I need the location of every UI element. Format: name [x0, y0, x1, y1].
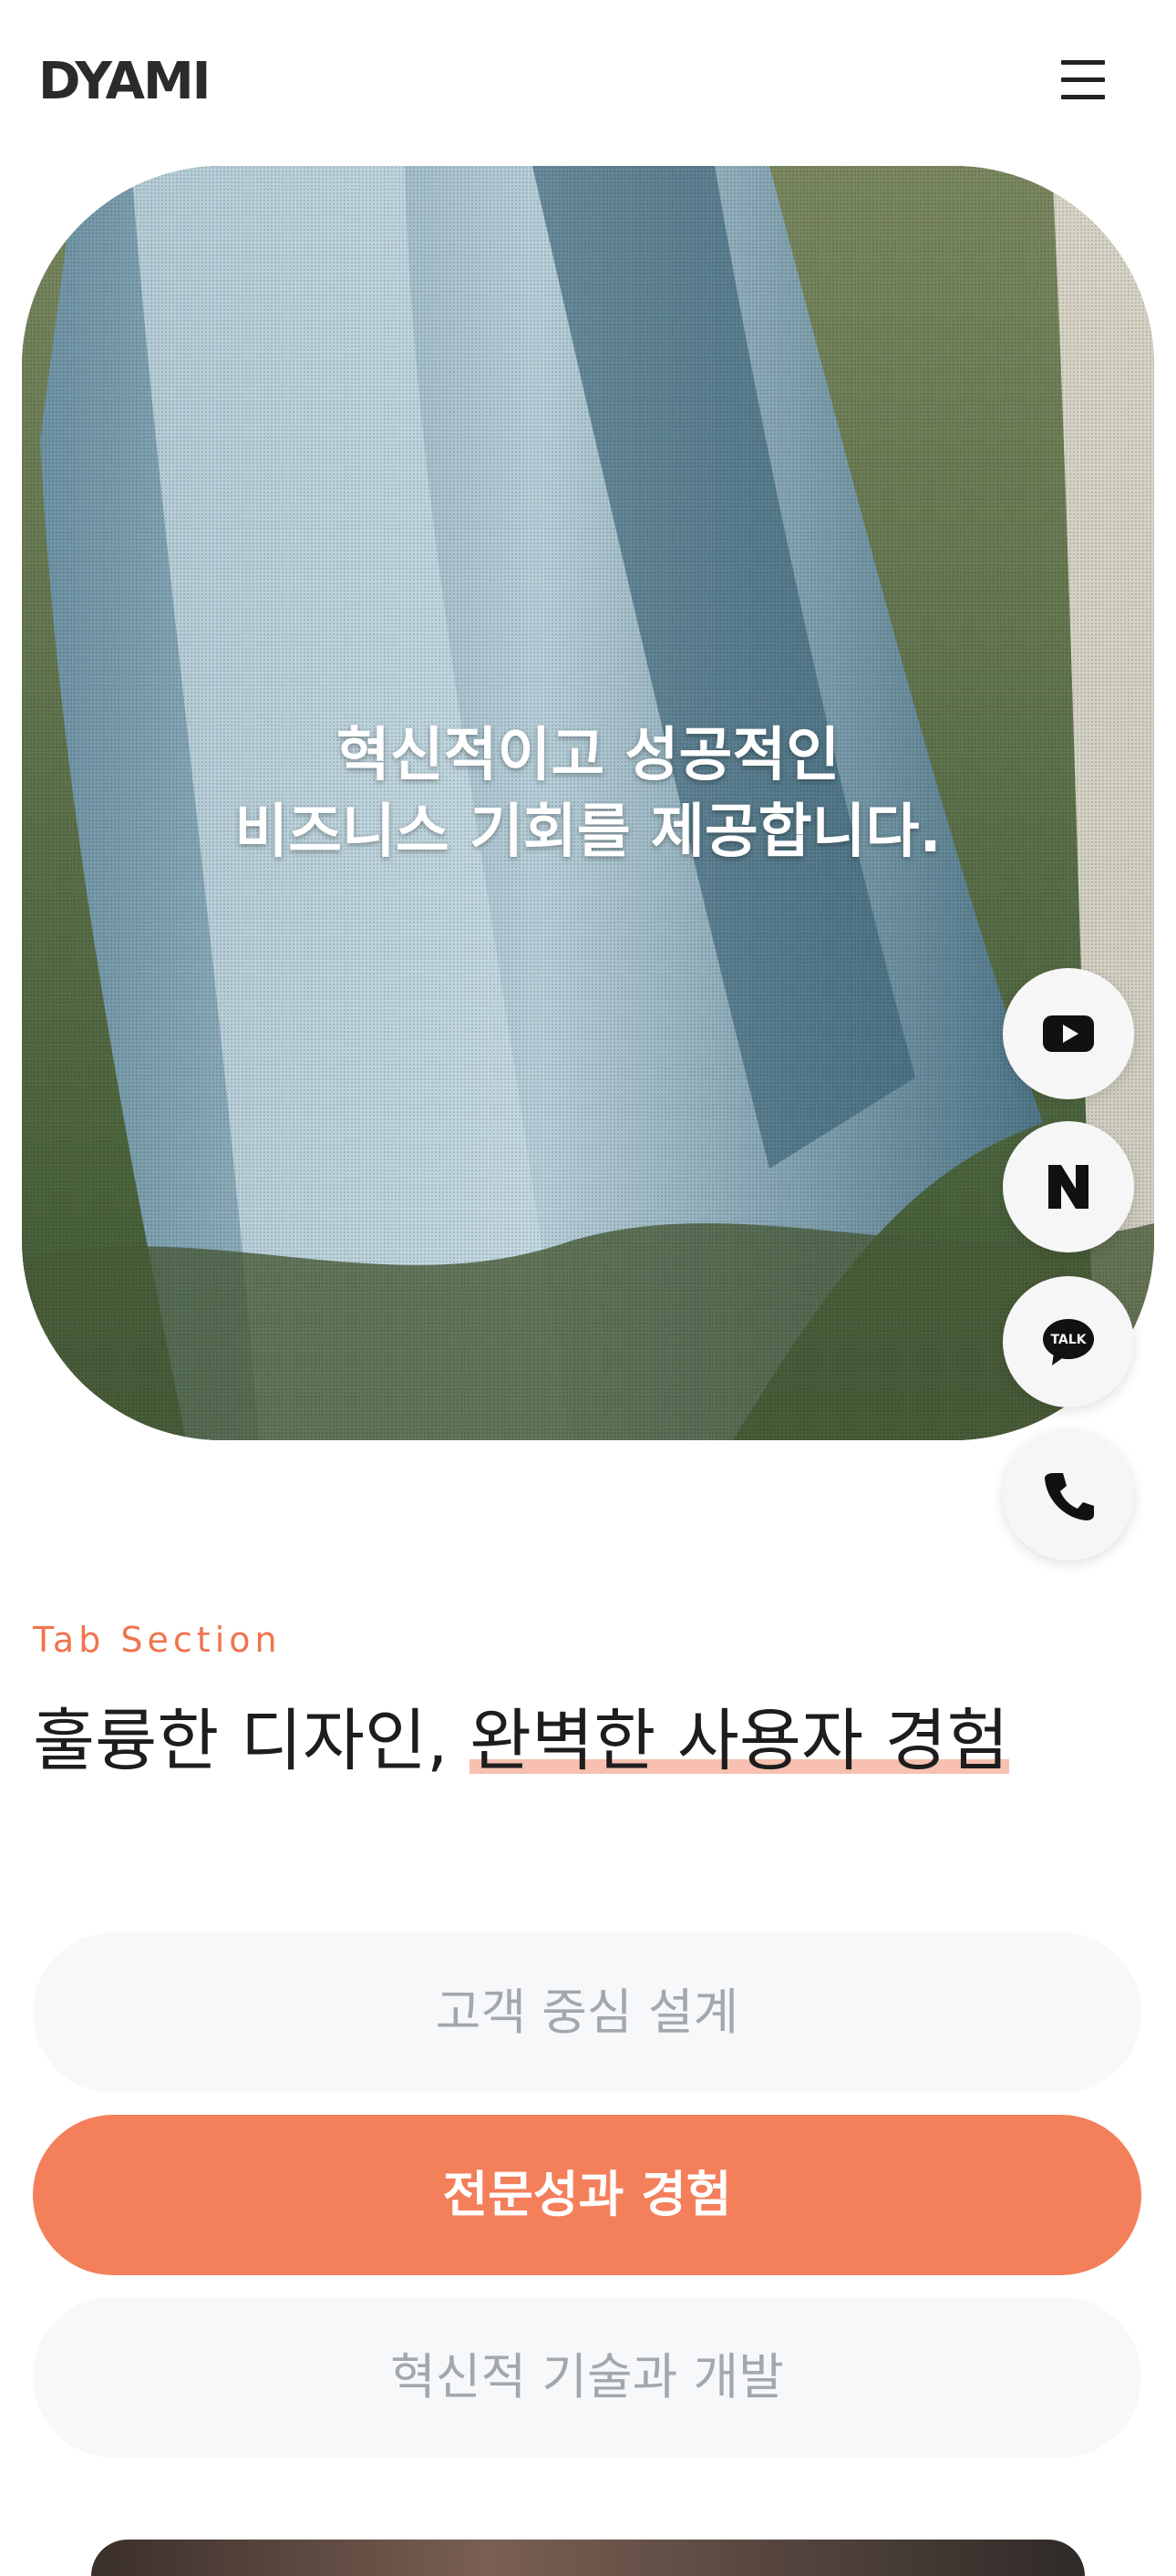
phone-icon: [1045, 1473, 1094, 1520]
hero-title-line1: 혁신적이고 성공적인: [335, 722, 841, 789]
hero-slider: 혁신적이고 성공적인 비즈니스 기회를 제공합니다.: [22, 166, 1154, 1440]
youtube-button[interactable]: [1003, 968, 1134, 1099]
section-title-highlight: 완벽한 사용자 경험: [469, 1695, 1009, 1787]
naver-button[interactable]: [1003, 1121, 1134, 1252]
svg-text:TALK: TALK: [1050, 1333, 1087, 1347]
section-eyebrow: Tab Section: [33, 1620, 282, 1660]
hero-title-line2: 비즈니스 기회를 제공합니다.: [234, 799, 942, 866]
naver-icon: [1048, 1165, 1088, 1209]
site-header: DYAMI: [0, 0, 1176, 164]
phone-button[interactable]: [1003, 1429, 1134, 1561]
youtube-icon: [1043, 1015, 1094, 1052]
tab-customer-centric-design[interactable]: 고객 중심 설계: [33, 1932, 1141, 2093]
logo[interactable]: DYAMI: [38, 53, 211, 111]
section-title: 훌륭한 디자인, 완벽한 사용자 경험: [33, 1695, 1009, 1787]
next-section-image: [91, 2540, 1085, 2576]
hamburger-menu-icon[interactable]: [1057, 58, 1110, 102]
section-title-plain: 훌륭한 디자인,: [33, 1702, 470, 1780]
tab-expertise-experience[interactable]: 전문성과 경험: [33, 2115, 1141, 2275]
hero-title: 혁신적이고 성공적인 비즈니스 기회를 제공합니다.: [22, 717, 1154, 871]
kakaotalk-icon: TALK: [1043, 1319, 1094, 1365]
tab-innovative-tech-development[interactable]: 혁신적 기술과 개발: [33, 2297, 1141, 2458]
kakaotalk-button[interactable]: TALK: [1003, 1276, 1134, 1407]
